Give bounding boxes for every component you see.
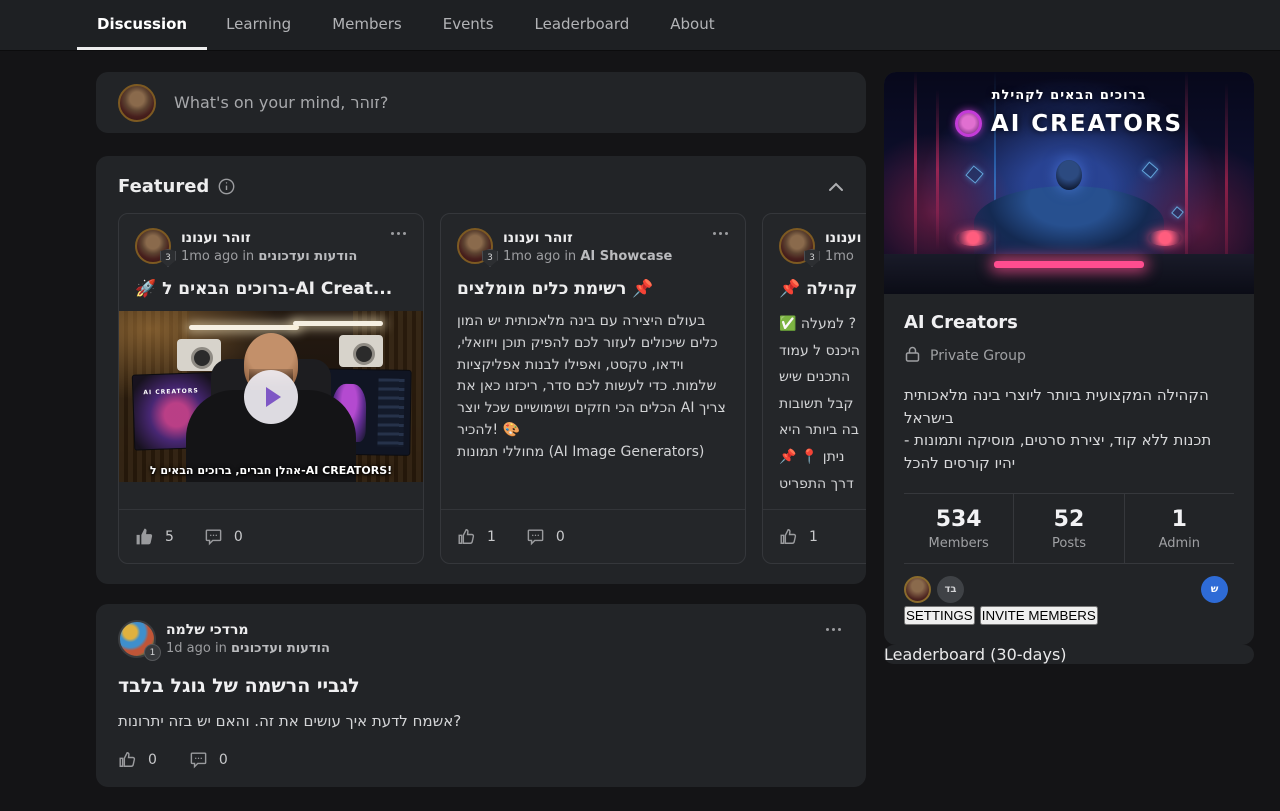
feed-column: What's on your mind, זוהר? Featured 3 — [96, 72, 866, 787]
post-body: ✅ למעלה ? היכנס ל עמוד התכנים שיש קבל תש… — [763, 311, 866, 509]
cover-brand-text: AI CREATORS — [991, 111, 1183, 137]
info-icon[interactable] — [218, 178, 235, 195]
comment-count: 0 — [556, 529, 565, 545]
feed-post[interactable]: 1 מרדכי שלמה 1d ago in הודעות ועדכונים ל… — [96, 604, 866, 787]
community-tab-bar: Discussion Learning Members Events Leade… — [0, 0, 1280, 51]
member-avatar[interactable] — [1135, 576, 1162, 603]
level-badge: 3 — [804, 249, 820, 267]
stat-admin[interactable]: 1 Admin — [1124, 494, 1234, 563]
community-name: AI Creators — [904, 312, 1234, 333]
member-avatar-initials[interactable]: ש — [1201, 576, 1228, 603]
chevron-up-icon[interactable] — [828, 182, 844, 192]
settings-button[interactable]: SETTINGS — [904, 606, 975, 625]
author-name[interactable]: זוהר וענונו — [825, 230, 866, 246]
community-description: הקהילה המקצועית ביותר ליוצרי בינה מלאכות… — [904, 384, 1234, 474]
video-caption: אהלן חברים, ברוכים הבאים ל-AI CREATORS! — [119, 464, 423, 477]
level-badge: 1 — [144, 644, 161, 661]
leaderboard-title: Leaderboard (30-days) — [884, 645, 1254, 664]
author-name[interactable]: זוהר וענונו — [181, 230, 357, 246]
engagement-bar: 0 0 — [118, 750, 844, 769]
post-menu-icon[interactable] — [713, 226, 731, 240]
post-meta: 1d ago in — [166, 641, 227, 656]
post-title[interactable]: 📌 קהילה — [763, 279, 866, 299]
level-badge: 3 — [482, 249, 498, 267]
privacy-label: Private Group — [930, 348, 1026, 364]
comment-button[interactable]: 0 — [189, 750, 228, 769]
like-count: 0 — [148, 752, 157, 768]
post-body: אשמח לדעת איך עושים את זה. והאם יש בזה י… — [118, 712, 844, 730]
brain-icon — [955, 110, 982, 137]
stat-posts[interactable]: 52 Posts — [1013, 494, 1123, 563]
post-composer[interactable]: What's on your mind, זוהר? — [96, 72, 866, 133]
level-badge: 3 — [160, 249, 176, 267]
post-menu-icon[interactable] — [391, 226, 409, 240]
featured-card-community[interactable]: 3 זוהר וענונו 1mo 📌 קהילה ✅ למעלה ? היכנ… — [762, 213, 866, 564]
community-card: ברוכים הבאים לקהילת AI CREATORS AI Creat… — [884, 72, 1254, 645]
tab-members[interactable]: Members — [330, 0, 404, 50]
tab-learning[interactable]: Learning — [224, 0, 293, 50]
post-meta: 1mo ago in — [503, 249, 576, 264]
composer-placeholder: What's on your mind, זוהר? — [174, 93, 388, 112]
lock-icon — [904, 345, 921, 367]
like-button[interactable]: 0 — [118, 750, 157, 769]
member-avatar[interactable] — [1003, 576, 1030, 603]
engagement-bar: 1 0 — [441, 509, 745, 563]
post-meta: 1mo — [825, 249, 854, 264]
tabs: Discussion Learning Members Events Leade… — [0, 0, 1280, 50]
post-meta: 1mo ago in — [181, 249, 254, 264]
studio-speaker — [339, 335, 383, 367]
like-button[interactable]: 1 — [779, 527, 818, 546]
member-avatar[interactable] — [1069, 576, 1096, 603]
stat-members[interactable]: 534 Members — [904, 494, 1013, 563]
cover-welcome-text: ברוכים הבאים לקהילת — [884, 88, 1254, 103]
author-name[interactable]: זוהר וענונו — [503, 230, 672, 246]
member-avatar[interactable] — [970, 576, 997, 603]
video-thumbnail[interactable]: AI CREATORS אהלן חברים, ברוכים הבאים ל-A… — [119, 311, 423, 482]
like-count: 1 — [487, 529, 496, 545]
post-title[interactable]: רשימת כלים מומלצים 📌 — [441, 279, 745, 299]
invite-members-button[interactable]: INVITE MEMBERS — [980, 606, 1098, 625]
play-icon[interactable] — [244, 370, 298, 424]
member-avatar[interactable] — [1168, 576, 1195, 603]
community-cover-image[interactable]: ברוכים הבאים לקהילת AI CREATORS — [884, 72, 1254, 294]
featured-cards-row: 3 זוהר וענונו 1mo ago in הודעות ועדכונים… — [118, 213, 866, 564]
comment-count: 0 — [234, 529, 243, 545]
member-avatar[interactable] — [1036, 576, 1063, 603]
featured-card-welcome[interactable]: 3 זוהר וענונו 1mo ago in הודעות ועדכונים… — [118, 213, 424, 564]
tab-leaderboard[interactable]: Leaderboard — [533, 0, 632, 50]
engagement-bar: 1 — [763, 509, 866, 563]
member-avatar[interactable] — [1102, 576, 1129, 603]
comment-button[interactable]: 0 — [526, 527, 565, 546]
member-avatar[interactable] — [904, 576, 931, 603]
tab-about[interactable]: About — [668, 0, 716, 50]
tab-events[interactable]: Events — [441, 0, 496, 50]
like-button[interactable]: 1 — [457, 527, 496, 546]
post-title[interactable]: 🚀 ברוכים הבאים ל-AI Creat... — [119, 279, 423, 299]
leaderboard-card: Leaderboard (30-days) — [884, 645, 1254, 664]
featured-card-tools[interactable]: 3 זוהר וענונו 1mo ago in AI Showcase רשי… — [440, 213, 746, 564]
member-avatar-initials[interactable]: בד — [937, 576, 964, 603]
like-button[interactable]: 5 — [135, 527, 174, 546]
post-body: בעולם היצירה עם בינה מלאכותית יש המון כל… — [441, 311, 745, 509]
post-category[interactable]: הודעות ועדכונים — [258, 249, 357, 264]
featured-title: Featured — [118, 176, 209, 197]
post-title[interactable]: לגביי הרשמה של גוגל בלבד — [118, 675, 844, 697]
author-name[interactable]: מרדכי שלמה — [166, 622, 330, 638]
post-category[interactable]: AI Showcase — [580, 249, 672, 264]
comment-count: 0 — [219, 752, 228, 768]
featured-section: Featured 3 זוהר וענונו — [96, 156, 866, 584]
comment-button[interactable]: 0 — [204, 527, 243, 546]
like-count: 1 — [809, 529, 818, 545]
cover-figure — [974, 186, 1164, 260]
current-user-avatar[interactable] — [118, 84, 156, 122]
engagement-bar: 5 0 — [119, 509, 423, 563]
tab-discussion[interactable]: Discussion — [77, 0, 207, 50]
community-sidebar: ברוכים הבאים לקהילת AI CREATORS AI Creat… — [884, 72, 1254, 664]
like-count: 5 — [165, 529, 174, 545]
community-stats: 534 Members 52 Posts 1 Admin — [904, 493, 1234, 563]
post-menu-icon[interactable] — [826, 622, 844, 636]
post-category[interactable]: הודעות ועדכונים — [231, 641, 330, 656]
member-avatars: בד ש — [904, 563, 1234, 605]
